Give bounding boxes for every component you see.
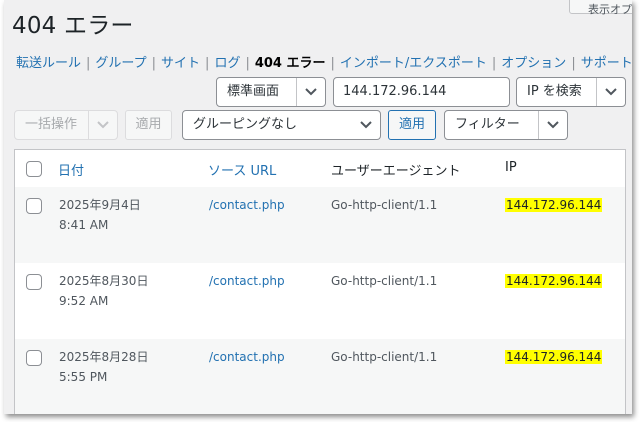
row-checkbox[interactable]: [26, 274, 42, 290]
subnav-item-support[interactable]: サポート: [581, 56, 632, 71]
subnav-separator: |: [205, 56, 210, 71]
row-time: 5:55 PM: [59, 370, 108, 384]
view-mode-value: 標準画面: [227, 84, 280, 99]
table-row: 2025年8月28日 5:55 PM /contact.php Go-http-…: [15, 339, 625, 414]
apply-grouping-button[interactable]: 適用: [388, 110, 436, 140]
row-ip: 144.172.96.144: [505, 350, 603, 364]
subnav-item-import-export[interactable]: インポート/エクスポート: [340, 56, 487, 71]
row-date: 2025年9月4日: [59, 198, 141, 212]
chevron-down-icon: [352, 111, 380, 139]
view-mode-select[interactable]: 標準画面: [216, 77, 326, 107]
table-row: 2025年8月30日 9:52 AM /contact.php Go-http-…: [15, 263, 625, 339]
select-all-checkbox[interactable]: [26, 161, 42, 177]
row-user-agent: Go-http-client/1.1: [331, 274, 438, 288]
row-ip-highlight: 144.172.96.144: [505, 271, 603, 291]
subnav-item-options[interactable]: オプション: [501, 56, 566, 71]
table-header: 日付 ソース URL ユーザーエージェント IP: [15, 150, 625, 188]
subnav: 転送ルール | グループ | サイト | ログ | 404 エラー | インポート/エクスポート | オ…: [16, 52, 632, 71]
row-checkbox[interactable]: [26, 350, 42, 366]
subnav-separator: |: [151, 56, 157, 71]
subnav-separator: |: [245, 56, 250, 71]
row-ip-highlight: 144.172.96.144: [505, 347, 603, 367]
bulk-actions-select[interactable]: 一括操作: [14, 110, 118, 140]
row-checkbox[interactable]: [26, 198, 42, 214]
search-type-value: IP を検索: [527, 84, 582, 99]
bulk-actions-value: 一括操作: [25, 117, 78, 132]
column-header-user-agent: ユーザーエージェント: [331, 164, 461, 179]
row-date: 2025年8月30日: [59, 274, 149, 288]
subnav-item-404-current: 404 エラー: [254, 56, 326, 71]
column-header-ip: IP: [505, 160, 517, 175]
subnav-separator: |: [86, 56, 91, 71]
subnav-separator: |: [571, 56, 576, 71]
page-title: 404 エラー: [12, 13, 134, 39]
filter-select[interactable]: フィルター: [444, 110, 568, 140]
row-source-url-link[interactable]: /contact.php: [209, 347, 285, 367]
subnav-item-redirects[interactable]: 転送ルール: [16, 56, 81, 71]
grouping-value: グルーピングなし: [193, 117, 298, 132]
column-header-date[interactable]: 日付: [58, 160, 84, 179]
row-user-agent: Go-http-client/1.1: [331, 350, 438, 364]
chevron-down-icon: [88, 111, 117, 139]
search-type-select[interactable]: IP を検索: [516, 77, 626, 107]
log-table: 日付 ソース URL ユーザーエージェント IP 2025年9月4日 8:41 …: [14, 149, 626, 414]
apply-bulk-button[interactable]: 適用: [125, 110, 172, 140]
row-ip: 144.172.96.144: [505, 274, 603, 288]
row-time: 9:52 AM: [59, 294, 109, 308]
table-row: 2025年9月4日 8:41 AM /contact.php Go-http-c…: [15, 187, 625, 263]
screenshot-frame: 表示オプ 404 エラー 転送ルール | グループ | サイト | ログ | 404 エラー | イ…: [4, 0, 632, 414]
ip-search-input[interactable]: 144.172.96.144: [333, 77, 510, 107]
row-ip: 144.172.96.144: [505, 198, 603, 212]
row-ip-highlight: 144.172.96.144: [505, 195, 603, 215]
filter-value: フィルター: [455, 117, 520, 132]
row-source-url-link[interactable]: /contact.php: [209, 271, 285, 291]
subnav-item-groups[interactable]: グループ: [95, 56, 146, 71]
grouping-select[interactable]: グルーピングなし: [182, 110, 381, 140]
chevron-down-icon: [296, 78, 325, 106]
screen-options-button[interactable]: 表示オプ: [569, 0, 632, 16]
row-user-agent: Go-http-client/1.1: [331, 198, 438, 212]
chevron-down-icon: [538, 111, 567, 139]
row-time: 8:41 AM: [59, 218, 109, 232]
row-source-url-link[interactable]: /contact.php: [209, 195, 285, 215]
chevron-down-icon: [596, 78, 625, 106]
subnav-separator: |: [491, 56, 497, 71]
row-date: 2025年8月28日: [59, 350, 149, 364]
subnav-separator: |: [330, 56, 335, 71]
column-header-source-url[interactable]: ソース URL: [208, 160, 276, 179]
subnav-item-site[interactable]: サイト: [161, 56, 200, 71]
subnav-item-log[interactable]: ログ: [214, 56, 240, 71]
